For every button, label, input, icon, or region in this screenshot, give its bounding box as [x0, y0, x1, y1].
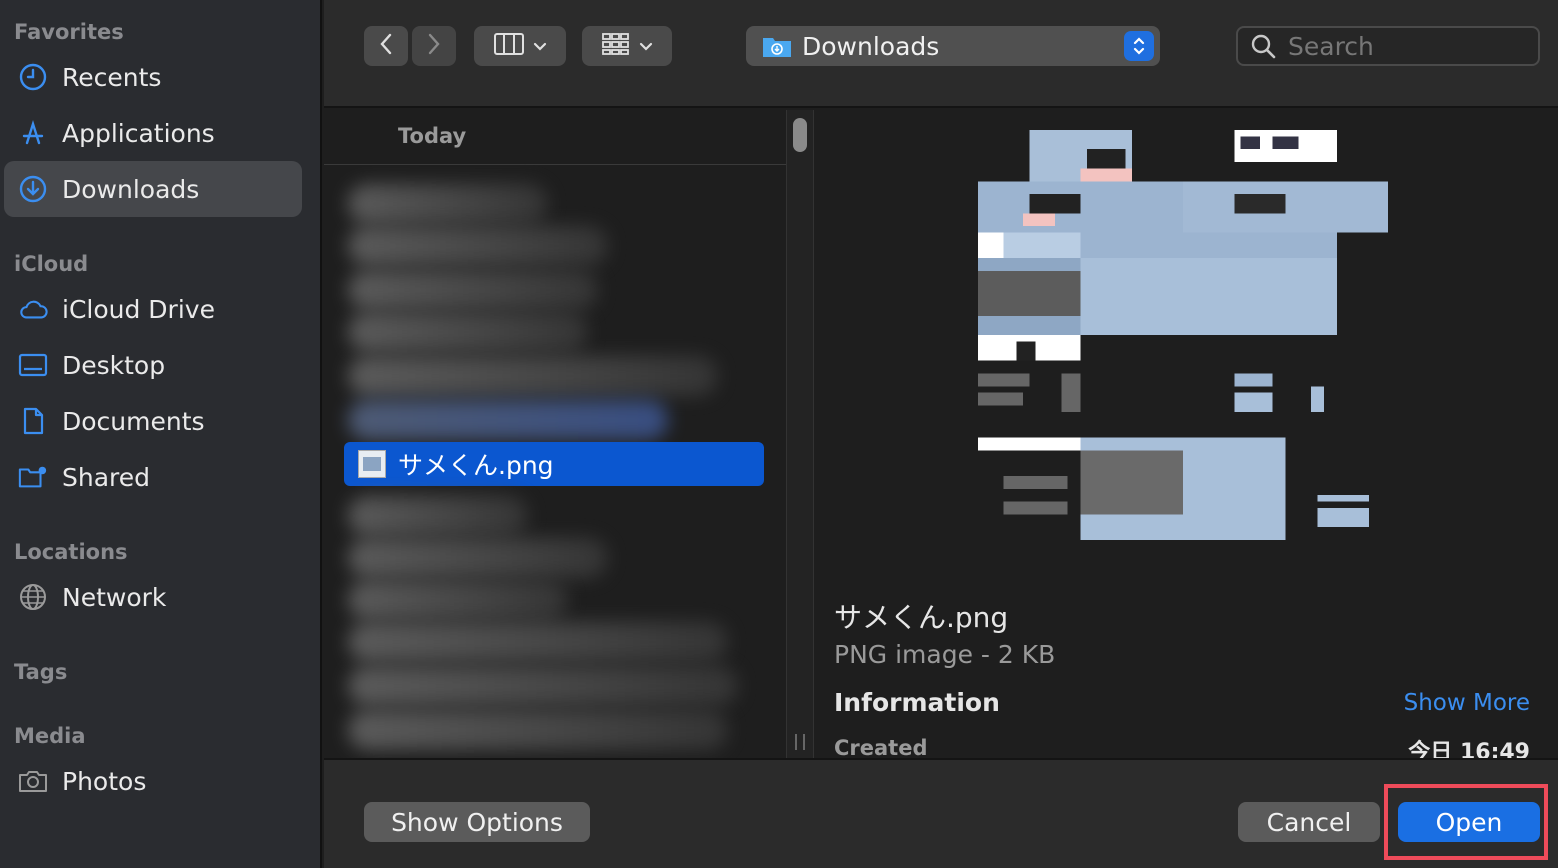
- preview-pane: サメくん.png PNG image - 2 KB Information Sh…: [816, 110, 1558, 758]
- search-input[interactable]: [1288, 31, 1528, 61]
- sidebar-item-photos[interactable]: Photos: [4, 753, 302, 809]
- desktop-icon: [18, 350, 48, 380]
- list-item-redacted[interactable]: [348, 270, 598, 310]
- columns-view-icon: [493, 32, 525, 60]
- sidebar-item-label: Shared: [62, 462, 151, 492]
- sidebar-item-label: Documents: [62, 406, 205, 436]
- shared-folder-icon: [18, 462, 48, 492]
- sidebar-item-network[interactable]: Network: [4, 569, 302, 625]
- sidebar-item-label: Network: [62, 582, 167, 612]
- file-list[interactable]: Today サメくん.png: [324, 110, 786, 758]
- sidebar: Favorites Recents Applications Downloads…: [0, 0, 322, 868]
- chevron-down-icon: [639, 37, 653, 56]
- list-item-redacted[interactable]: [348, 496, 528, 536]
- sidebar-item-shared[interactable]: Shared: [4, 449, 302, 505]
- cloud-icon: [18, 294, 48, 324]
- information-heading: Information: [834, 688, 1000, 717]
- search-field[interactable]: [1236, 26, 1540, 66]
- clock-icon: [18, 62, 48, 92]
- header-divider: [324, 164, 786, 165]
- toolbar: Downloads: [324, 0, 1558, 108]
- date-group-header: Today: [398, 124, 467, 148]
- list-item-redacted[interactable]: [348, 710, 728, 750]
- sidebar-item-applications[interactable]: Applications: [4, 105, 302, 161]
- up-down-chevron-icon: [1124, 31, 1154, 61]
- sidebar-section-favorites: Favorites: [14, 20, 124, 44]
- chevron-right-icon: [426, 32, 442, 60]
- preview-file-kind: PNG image - 2 KB: [834, 640, 1056, 669]
- group-by-button[interactable]: [582, 26, 672, 66]
- sidebar-item-downloads[interactable]: Downloads: [4, 161, 302, 217]
- sidebar-section-media: Media: [14, 724, 86, 748]
- cancel-button[interactable]: Cancel: [1238, 802, 1380, 842]
- column-divider[interactable]: [786, 110, 814, 758]
- sidebar-item-documents[interactable]: Documents: [4, 393, 302, 449]
- preview-file-name: サメくん.png: [834, 601, 1009, 634]
- camera-icon: [18, 766, 48, 796]
- applications-icon: [18, 118, 48, 148]
- list-item-redacted[interactable]: [348, 580, 568, 620]
- downloads-folder-icon: [762, 34, 792, 58]
- highlight-box: [1384, 784, 1548, 860]
- list-item-redacted[interactable]: [348, 356, 718, 396]
- list-item-redacted[interactable]: [348, 538, 608, 578]
- created-value: 今日 16:49: [1408, 740, 1530, 758]
- list-item-redacted[interactable]: [348, 622, 728, 662]
- sidebar-item-recents[interactable]: Recents: [4, 49, 302, 105]
- resize-grip-icon[interactable]: [795, 734, 805, 750]
- folder-path-popup[interactable]: Downloads: [746, 26, 1160, 66]
- list-item-redacted[interactable]: [348, 400, 668, 440]
- list-item-redacted[interactable]: [348, 184, 548, 224]
- image-file-icon: [358, 450, 386, 478]
- sidebar-item-label: Applications: [62, 118, 215, 148]
- current-folder-label: Downloads: [802, 31, 940, 61]
- grid-icon: [601, 32, 631, 60]
- sidebar-item-label: Photos: [62, 766, 147, 796]
- globe-icon: [18, 582, 48, 612]
- search-icon: [1250, 33, 1276, 59]
- list-item-redacted[interactable]: [348, 666, 738, 706]
- sidebar-item-desktop[interactable]: Desktop: [4, 337, 302, 393]
- sidebar-item-label: Recents: [62, 62, 162, 92]
- sidebar-item-label: Desktop: [62, 350, 166, 380]
- document-icon: [18, 406, 48, 436]
- chevron-left-icon: [378, 32, 394, 60]
- image-preview-thumbnail: [978, 130, 1388, 540]
- selected-file-row[interactable]: サメくん.png: [344, 442, 764, 486]
- bottom-bar: Show Options Cancel Open: [324, 758, 1558, 868]
- show-more-link[interactable]: Show More: [1404, 690, 1530, 716]
- sidebar-section-locations: Locations: [14, 540, 128, 564]
- created-label: Created: [834, 736, 928, 758]
- show-options-button[interactable]: Show Options: [364, 802, 590, 842]
- chevron-down-icon: [533, 37, 547, 56]
- sidebar-section-tags: Tags: [14, 660, 68, 684]
- file-name-label: サメくん.png: [398, 451, 554, 480]
- sidebar-item-label: iCloud Drive: [62, 294, 215, 324]
- sidebar-item-label: Downloads: [62, 174, 200, 204]
- sidebar-section-icloud: iCloud: [14, 252, 89, 276]
- list-item-redacted[interactable]: [348, 226, 608, 266]
- sidebar-item-icloud-drive[interactable]: iCloud Drive: [4, 281, 302, 337]
- scrollbar-thumb[interactable]: [793, 118, 807, 152]
- download-icon: [18, 174, 48, 204]
- back-button[interactable]: [364, 26, 408, 66]
- view-mode-button[interactable]: [474, 26, 566, 66]
- forward-button[interactable]: [412, 26, 456, 66]
- list-item-redacted[interactable]: [348, 312, 588, 352]
